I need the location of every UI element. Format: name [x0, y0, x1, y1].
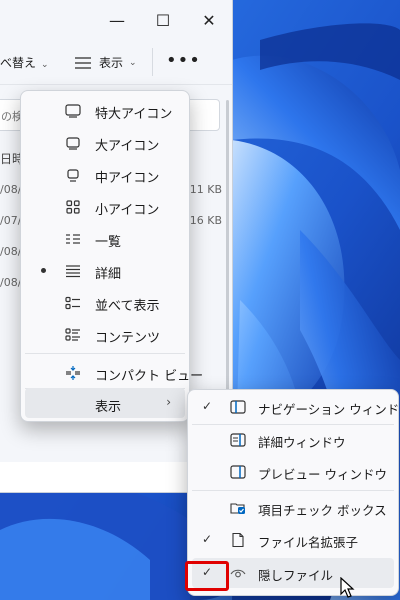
view-menu: 特大アイコン 大アイコン 中アイコン 小アイコン 一覧 詳細 並べて表示 コンテ… — [20, 90, 203, 422]
monitor-small-icon — [67, 169, 79, 182]
file-size: 16 KB — [189, 214, 222, 227]
annotation-highlight-box — [185, 561, 229, 591]
menu-item-label: コンテンツ — [95, 331, 161, 346]
sort-label: べ替え — [0, 56, 37, 70]
menu-item-label: 小アイコン — [95, 203, 160, 218]
menu-item-large-icons[interactable]: 大アイコン — [25, 127, 185, 157]
submenu-item-file-extensions[interactable]: ✓ ファイル名拡張子 — [192, 525, 394, 555]
menu-item-label: 特大アイコン — [95, 107, 173, 122]
submenu-item-label: ナビゲーション ウィンドウ — [258, 402, 400, 417]
submenu-item-label: プレビュー ウィンドウ — [258, 467, 387, 482]
list-icon — [66, 234, 80, 244]
title-bar: — ☐ ✕ — [0, 0, 232, 40]
selected-bullet-icon — [41, 268, 46, 273]
preview-pane-icon — [230, 465, 246, 479]
nav-pane-icon — [230, 400, 246, 414]
more-options-button[interactable]: ••• — [166, 50, 201, 71]
menu-item-content[interactable]: コンテンツ — [25, 319, 185, 349]
compact-view-icon — [66, 366, 80, 380]
menu-item-show[interactable]: 表示 › — [25, 388, 185, 418]
chevron-down-icon: ⌄ — [41, 60, 49, 70]
tiles-icon — [65, 296, 80, 310]
submenu-item-label: 項目チェック ボックス — [258, 503, 387, 518]
eye-icon — [230, 569, 246, 578]
close-button[interactable]: ✕ — [186, 6, 232, 34]
details-icon — [66, 265, 80, 278]
menu-item-tiles[interactable]: 並べて表示 — [25, 287, 185, 317]
maximize-button[interactable]: ☐ — [140, 6, 186, 34]
menu-item-label: 表示 — [95, 400, 122, 415]
menu-item-label: 並べて表示 — [95, 299, 160, 314]
mouse-cursor-icon — [340, 577, 355, 598]
chevron-down-icon: ⌄ — [129, 57, 137, 68]
sort-button[interactable]: べ替え ⌄ — [0, 54, 49, 71]
checkbox-icon — [230, 503, 245, 514]
check-icon: ✓ — [202, 399, 213, 413]
view-label: 表示 — [99, 56, 124, 70]
monitor-large-icon — [65, 104, 81, 118]
view-lines-icon — [75, 56, 91, 69]
minimize-button[interactable]: — — [94, 6, 140, 34]
menu-item-compact-view[interactable]: コンパクト ビュー — [25, 357, 203, 387]
toolbar-divider — [152, 48, 153, 76]
submenu-item-label: 詳細ウィンドウ — [258, 435, 346, 450]
submenu-item-details-pane[interactable]: 詳細ウィンドウ — [192, 425, 394, 455]
menu-item-details[interactable]: 詳細 — [25, 255, 185, 285]
menu-item-label: 詳細 — [95, 267, 122, 282]
menu-item-small-icons[interactable]: 小アイコン — [25, 191, 185, 221]
check-icon: ✓ — [202, 532, 213, 546]
file-date: /08/ — [0, 183, 22, 196]
monitor-icon — [66, 137, 80, 150]
submenu-item-label: 隠しファイル — [258, 568, 334, 583]
submenu-item-item-checkboxes[interactable]: 項目チェック ボックス — [192, 493, 394, 523]
menu-item-label: 中アイコン — [95, 171, 160, 186]
file-ext-icon — [232, 533, 244, 547]
submenu-divider — [192, 490, 394, 491]
menu-divider — [25, 353, 185, 354]
content-icon — [65, 328, 80, 341]
vertical-scrollbar[interactable] — [226, 100, 229, 430]
submenu-item-label: ファイル名拡張子 — [258, 535, 359, 550]
menu-item-list[interactable]: 一覧 — [25, 223, 185, 253]
menu-item-extra-large-icons[interactable]: 特大アイコン — [25, 95, 185, 125]
menu-item-label: 大アイコン — [95, 139, 160, 154]
menu-item-label: 一覧 — [95, 235, 122, 250]
submenu-item-preview-pane[interactable]: プレビュー ウィンドウ — [192, 457, 394, 487]
details-pane-icon — [230, 433, 246, 447]
menu-item-medium-icons[interactable]: 中アイコン — [25, 159, 185, 189]
file-date: /08/ — [0, 276, 22, 289]
chevron-right-icon: › — [166, 395, 171, 409]
file-date: /08/ — [0, 245, 22, 258]
menu-item-label: コンパクト ビュー — [95, 369, 204, 384]
view-button[interactable]: 表示 ⌄ — [75, 54, 137, 71]
submenu-item-navigation-pane[interactable]: ✓ ナビゲーション ウィンドウ — [192, 392, 400, 422]
file-date: /07/ — [0, 214, 22, 227]
grid-icon — [66, 200, 80, 214]
